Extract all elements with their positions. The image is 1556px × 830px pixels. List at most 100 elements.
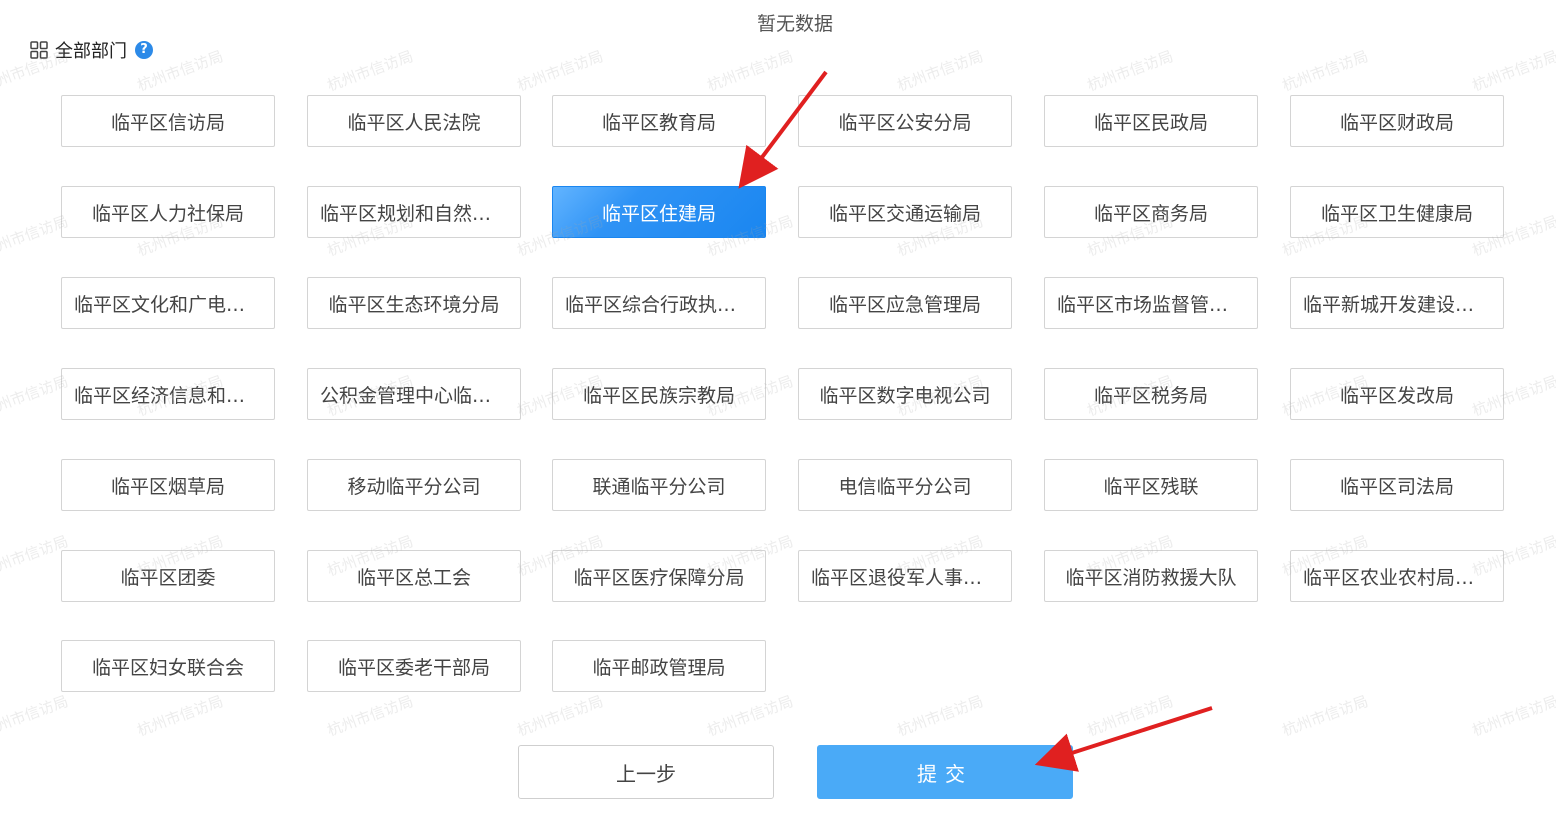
department-label: 移动临平分公司: [347, 475, 481, 498]
department-label: 联通临平分公司: [592, 475, 726, 498]
department-button[interactable]: 临平区妇女联合会: [61, 640, 275, 692]
submit-button[interactable]: 提交: [817, 745, 1073, 799]
department-button[interactable]: 临平区交通运输局: [798, 186, 1012, 238]
department-button[interactable]: 临平区卫生健康局: [1290, 186, 1504, 238]
department-button[interactable]: 临平区人力社保局: [61, 186, 275, 238]
department-button[interactable]: 临平区公安分局: [798, 95, 1012, 147]
department-label: 临平新城开发建设管...: [1303, 293, 1491, 316]
department-button[interactable]: 联通临平分公司: [552, 459, 766, 511]
department-label: 临平区农业农村局（...: [1303, 566, 1491, 589]
department-button[interactable]: 临平区经济信息和科...: [61, 368, 275, 420]
department-label: 临平区民政局: [1093, 111, 1208, 134]
department-label: 临平区信访局: [110, 111, 225, 134]
department-label: 临平区退役军人事务局: [811, 566, 999, 589]
department-label: 临平区应急管理局: [828, 293, 981, 316]
department-label: 临平邮政管理局: [592, 656, 726, 679]
department-label: 临平区总工会: [356, 566, 471, 589]
department-label: 临平区司法局: [1339, 475, 1454, 498]
annotation-arrow-2: [1034, 706, 1213, 772]
department-button[interactable]: 临平区商务局: [1044, 186, 1258, 238]
watermark-text: 杭州市信访局: [704, 692, 796, 740]
department-label: 临平区财政局: [1339, 111, 1454, 134]
department-button[interactable]: 临平区民政局: [1044, 95, 1258, 147]
department-label: 临平区教育局: [601, 111, 716, 134]
watermark-text: 杭州市信访局: [1084, 47, 1176, 95]
department-button[interactable]: 临平区应急管理局: [798, 277, 1012, 329]
department-button[interactable]: 临平邮政管理局: [552, 640, 766, 692]
watermark-text: 杭州市信访局: [324, 692, 416, 740]
department-label: 临平区团委: [120, 566, 216, 589]
section-title: 全部部门: [55, 41, 127, 62]
department-button[interactable]: 临平区规划和自然资...: [307, 186, 521, 238]
department-label: 临平区民族宗教局: [582, 384, 735, 407]
department-button[interactable]: 临平区信访局: [61, 95, 275, 147]
watermark-text: 杭州市信访局: [894, 47, 986, 95]
department-button[interactable]: 临平区发改局: [1290, 368, 1504, 420]
department-button[interactable]: 临平区医疗保障分局: [552, 550, 766, 602]
prev-step-button[interactable]: 上一步: [518, 745, 774, 799]
department-button[interactable]: 临平区烟草局: [61, 459, 275, 511]
watermark-text: 杭州市信访局: [0, 692, 71, 740]
department-label: 公积金管理中心临平...: [320, 384, 508, 407]
department-button[interactable]: 临平区总工会: [307, 550, 521, 602]
department-button[interactable]: 临平区税务局: [1044, 368, 1258, 420]
department-label: 临平区经济信息和科...: [74, 384, 262, 407]
department-label: 电信临平分公司: [838, 475, 972, 498]
department-label: 临平区残联: [1103, 475, 1199, 498]
department-button[interactable]: 移动临平分公司: [307, 459, 521, 511]
watermark-text: 杭州市信访局: [1279, 47, 1371, 95]
watermark-text: 杭州市信访局: [324, 47, 416, 95]
watermark-text: 杭州市信访局: [1469, 47, 1556, 95]
section-header: 全部部门 ?: [30, 37, 153, 63]
department-button[interactable]: 临平新城开发建设管...: [1290, 277, 1504, 329]
watermark-text: 杭州市信访局: [134, 692, 226, 740]
department-label: 临平区烟草局: [110, 475, 225, 498]
help-icon[interactable]: ?: [135, 41, 153, 59]
department-label: 临平区生态环境分局: [328, 293, 500, 316]
department-button[interactable]: 临平区退役军人事务局: [798, 550, 1012, 602]
watermark-text: 杭州市信访局: [514, 692, 606, 740]
department-label: 临平区公安分局: [838, 111, 972, 134]
department-button[interactable]: 临平区农业农村局（...: [1290, 550, 1504, 602]
watermark-text: 杭州市信访局: [894, 692, 986, 740]
department-label: 临平区商务局: [1093, 202, 1208, 225]
department-button[interactable]: 电信临平分公司: [798, 459, 1012, 511]
department-label: 临平区住建局: [601, 202, 716, 225]
department-label: 临平区发改局: [1339, 384, 1454, 407]
department-button[interactable]: 临平区市场监督管理局: [1044, 277, 1258, 329]
department-label: 临平区文化和广电旅...: [74, 293, 262, 316]
department-label: 临平区委老干部局: [337, 656, 490, 679]
department-button[interactable]: 临平区民族宗教局: [552, 368, 766, 420]
department-label: 临平区税务局: [1093, 384, 1208, 407]
department-label: 临平区卫生健康局: [1320, 202, 1473, 225]
department-button[interactable]: 临平区财政局: [1290, 95, 1504, 147]
department-button[interactable]: 临平区文化和广电旅...: [61, 277, 275, 329]
watermark-text: 杭州市信访局: [1084, 692, 1176, 740]
department-button[interactable]: 临平区人民法院: [307, 95, 521, 147]
department-label: 临平区人民法院: [347, 111, 481, 134]
department-label: 临平区妇女联合会: [91, 656, 244, 679]
department-label: 临平区交通运输局: [828, 202, 981, 225]
department-button[interactable]: 临平区教育局: [552, 95, 766, 147]
department-button[interactable]: 临平区司法局: [1290, 459, 1504, 511]
department-button[interactable]: 临平区团委: [61, 550, 275, 602]
department-label: 临平区数字电视公司: [819, 384, 991, 407]
grid-icon: [30, 41, 48, 59]
department-button[interactable]: 临平区生态环境分局: [307, 277, 521, 329]
department-button[interactable]: 临平区综合行政执法局: [552, 277, 766, 329]
watermark-text: 杭州市信访局: [1469, 692, 1556, 740]
department-label: 临平区人力社保局: [91, 202, 244, 225]
watermark-text: 杭州市信访局: [704, 47, 796, 95]
watermark-text: 杭州市信访局: [1279, 692, 1371, 740]
department-button[interactable]: 临平区委老干部局: [307, 640, 521, 692]
department-button[interactable]: 临平区消防救援大队: [1044, 550, 1258, 602]
department-button[interactable]: 公积金管理中心临平...: [307, 368, 521, 420]
department-button-selected[interactable]: 临平区住建局: [552, 186, 766, 238]
department-label: 临平区消防救援大队: [1065, 566, 1237, 589]
department-label: 临平区医疗保障分局: [573, 566, 745, 589]
department-label: 临平区综合行政执法局: [565, 293, 753, 316]
department-button[interactable]: 临平区残联: [1044, 459, 1258, 511]
department-button[interactable]: 临平区数字电视公司: [798, 368, 1012, 420]
no-data-text: 暂无数据: [756, 13, 833, 35]
department-label: 临平区规划和自然资...: [320, 202, 508, 225]
